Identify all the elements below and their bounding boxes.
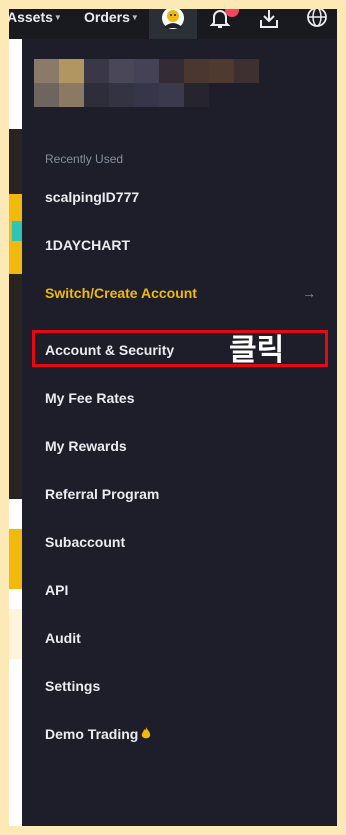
background-button bbox=[9, 529, 22, 589]
switch-create-account[interactable]: Switch/Create Account bbox=[45, 285, 197, 301]
menu-item-demo-trading[interactable]: Demo Trading bbox=[45, 726, 151, 742]
arrow-right-icon[interactable]: → bbox=[302, 285, 316, 301]
recently-used-label: Recently Used bbox=[45, 152, 124, 166]
background-page bbox=[9, 39, 22, 826]
avatar-button[interactable] bbox=[149, 9, 197, 39]
nav-assets[interactable]: Assets▼ bbox=[9, 9, 62, 26]
menu-item-settings[interactable]: Settings bbox=[45, 678, 100, 694]
download-icon[interactable] bbox=[258, 9, 280, 30]
chevron-down-icon: ▼ bbox=[130, 13, 139, 22]
recent-account-1[interactable]: scalpingID777 bbox=[45, 189, 139, 205]
menu-item-api[interactable]: API bbox=[45, 582, 68, 598]
nav-assets-label: Assets bbox=[9, 9, 53, 25]
demo-trading-label: Demo Trading bbox=[45, 726, 139, 742]
menu-item-fee-rates[interactable]: My Fee Rates bbox=[45, 390, 134, 406]
notification-badge bbox=[225, 9, 239, 17]
account-dropdown: Recently Used scalpingID777 1DAYCHART Sw… bbox=[22, 39, 337, 826]
background-decor bbox=[12, 221, 22, 241]
menu-item-referral[interactable]: Referral Program bbox=[45, 486, 159, 502]
menu-item-rewards[interactable]: My Rewards bbox=[45, 438, 127, 454]
menu-item-subaccount[interactable]: Subaccount bbox=[45, 534, 125, 550]
globe-icon[interactable] bbox=[306, 9, 328, 30]
fire-icon bbox=[142, 727, 151, 739]
avatar-icon bbox=[162, 9, 184, 29]
recent-account-2[interactable]: 1DAYCHART bbox=[45, 237, 130, 253]
click-annotation: 클릭 bbox=[229, 333, 285, 368]
nav-orders-label: Orders bbox=[84, 9, 130, 25]
screenshot-frame: Assets▼ Orders▼ Recently Used scalpingID… bbox=[9, 9, 337, 826]
nav-orders[interactable]: Orders▼ bbox=[84, 9, 139, 26]
menu-item-audit[interactable]: Audit bbox=[45, 630, 81, 646]
top-navigation-bar: Assets▼ Orders▼ bbox=[9, 9, 337, 39]
menu-item-account-security[interactable]: Account & Security bbox=[45, 342, 174, 358]
background-card bbox=[9, 609, 22, 659]
background-banner bbox=[9, 129, 22, 499]
chevron-down-icon: ▼ bbox=[53, 13, 62, 22]
